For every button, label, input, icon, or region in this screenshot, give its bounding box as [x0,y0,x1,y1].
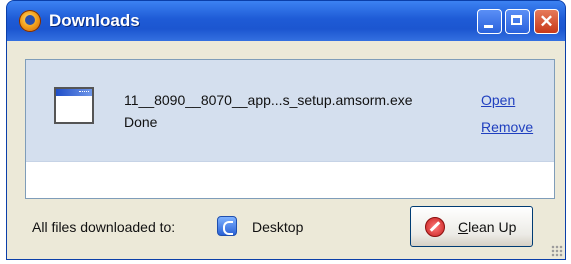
firefox-icon [19,10,41,32]
download-item[interactable]: 11__8090__8070__app...s_setup.amsorm.exe… [26,60,554,162]
downloads-list[interactable]: 11__8090__8070__app...s_setup.amsorm.exe… [25,59,555,199]
desktop-icon [217,216,237,236]
close-icon: ✕ [539,12,554,31]
clean-up-button[interactable]: Clean Up [410,206,533,247]
maximize-button[interactable] [505,9,530,34]
resize-grip[interactable] [551,245,563,257]
application-window-icon [54,87,94,124]
title-bar[interactable]: Downloads ✕ [7,1,565,41]
clean-up-label: Clean Up [458,219,517,235]
close-button[interactable]: ✕ [534,9,559,34]
minimize-button[interactable] [477,9,502,34]
window-title: Downloads [49,11,140,30]
remove-link[interactable]: Remove [481,119,533,135]
open-link[interactable]: Open [481,92,515,108]
download-location-label: All files downloaded to: [32,219,176,235]
no-entry-icon [425,217,445,237]
download-status: Done [124,114,158,130]
download-location: Desktop [252,219,304,235]
download-filename: 11__8090__8070__app...s_setup.amsorm.exe [124,92,413,108]
downloads-window: Downloads ✕ 11__8090__8070__app...s_setu… [6,0,566,260]
